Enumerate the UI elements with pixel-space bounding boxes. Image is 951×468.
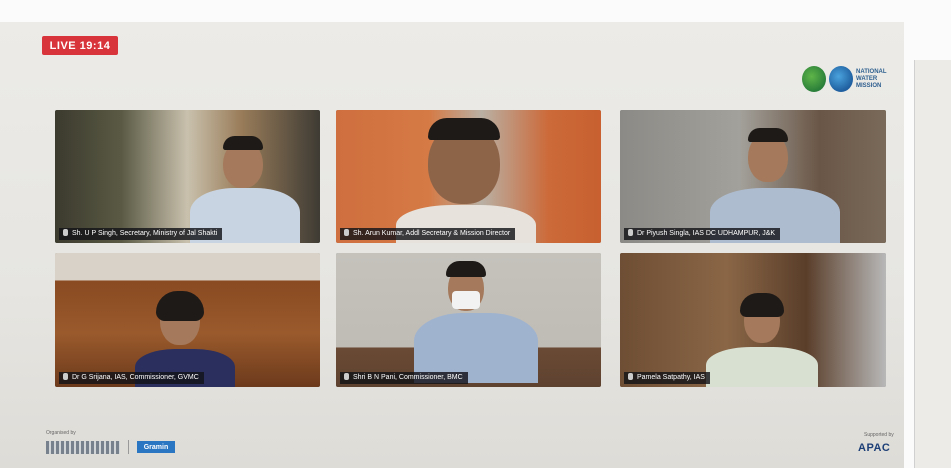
sponsor-logo: APAC — [858, 442, 891, 454]
participant-name-label: Shri B N Pani, Commissioner, BMC — [340, 372, 468, 384]
divider — [128, 440, 129, 454]
national-water-mission-logo: NATIONAL WATER MISSION — [802, 66, 896, 92]
participant-hair — [740, 293, 784, 317]
participant-name: Shri B N Pani, Commissioner, BMC — [353, 374, 463, 381]
face-mask — [452, 291, 480, 309]
participant-hair — [748, 128, 788, 142]
participant-name: Dr G Srijana, IAS, Commissioner, GVMC — [72, 374, 199, 381]
video-tile[interactable]: Sh. Arun Kumar, Addl Secretary & Mission… — [336, 110, 601, 243]
footer-organiser-logos: Organised by Gramin — [46, 430, 175, 454]
participant-hair — [428, 118, 500, 140]
participant-name-label: Dr G Srijana, IAS, Commissioner, GVMC — [59, 372, 204, 384]
participant-name-label: Dr Piyush Singla, IAS DC UDHAMPUR, J&K — [624, 228, 781, 240]
logo-text: NATIONAL WATER MISSION — [856, 68, 887, 89]
organised-by-label: Organised by — [46, 430, 76, 436]
participant-name: Dr Piyush Singla, IAS DC UDHAMPUR, J&K — [637, 230, 776, 237]
participant-name: Sh. U P Singh, Secretary, Ministry of Ja… — [72, 230, 218, 237]
video-tile[interactable]: Dr Piyush Singla, IAS DC UDHAMPUR, J&K — [620, 110, 886, 243]
participant-hair — [156, 291, 204, 321]
ministry-logo — [46, 440, 120, 454]
video-tile[interactable]: Sh. U P Singh, Secretary, Ministry of Ja… — [55, 110, 320, 243]
side-panel-content — [914, 60, 951, 468]
supported-by-label: Supported by — [864, 432, 894, 438]
participant-body — [706, 347, 818, 387]
webinar-stage — [0, 22, 904, 468]
participant-name-label: Sh. Arun Kumar, Addl Secretary & Mission… — [340, 228, 516, 240]
mic-icon — [344, 229, 349, 236]
partner-badge: Gramin — [137, 441, 175, 453]
participant-hair — [446, 261, 486, 277]
water-drop-icon — [829, 66, 853, 92]
live-badge: LIVE 19:14 — [42, 36, 118, 55]
participant-name: Sh. Arun Kumar, Addl Secretary & Mission… — [353, 230, 511, 237]
mic-icon — [63, 373, 68, 380]
participant-name-label: Pamela Satpathy, IAS — [624, 372, 710, 384]
globe-icon — [802, 66, 826, 92]
browser-top-bar — [0, 0, 951, 23]
video-tile[interactable]: Pamela Satpathy, IAS — [620, 253, 886, 387]
participant-hair — [223, 136, 263, 150]
mic-icon — [63, 229, 68, 236]
mic-icon — [344, 373, 349, 380]
mic-icon — [628, 229, 633, 236]
video-tile[interactable]: Shri B N Pani, Commissioner, BMC — [336, 253, 601, 387]
participant-name-label: Sh. U P Singh, Secretary, Ministry of Ja… — [59, 228, 223, 240]
video-tile[interactable]: Dr G Srijana, IAS, Commissioner, GVMC — [55, 253, 320, 387]
mic-icon — [628, 373, 633, 380]
participant-name: Pamela Satpathy, IAS — [637, 374, 705, 381]
